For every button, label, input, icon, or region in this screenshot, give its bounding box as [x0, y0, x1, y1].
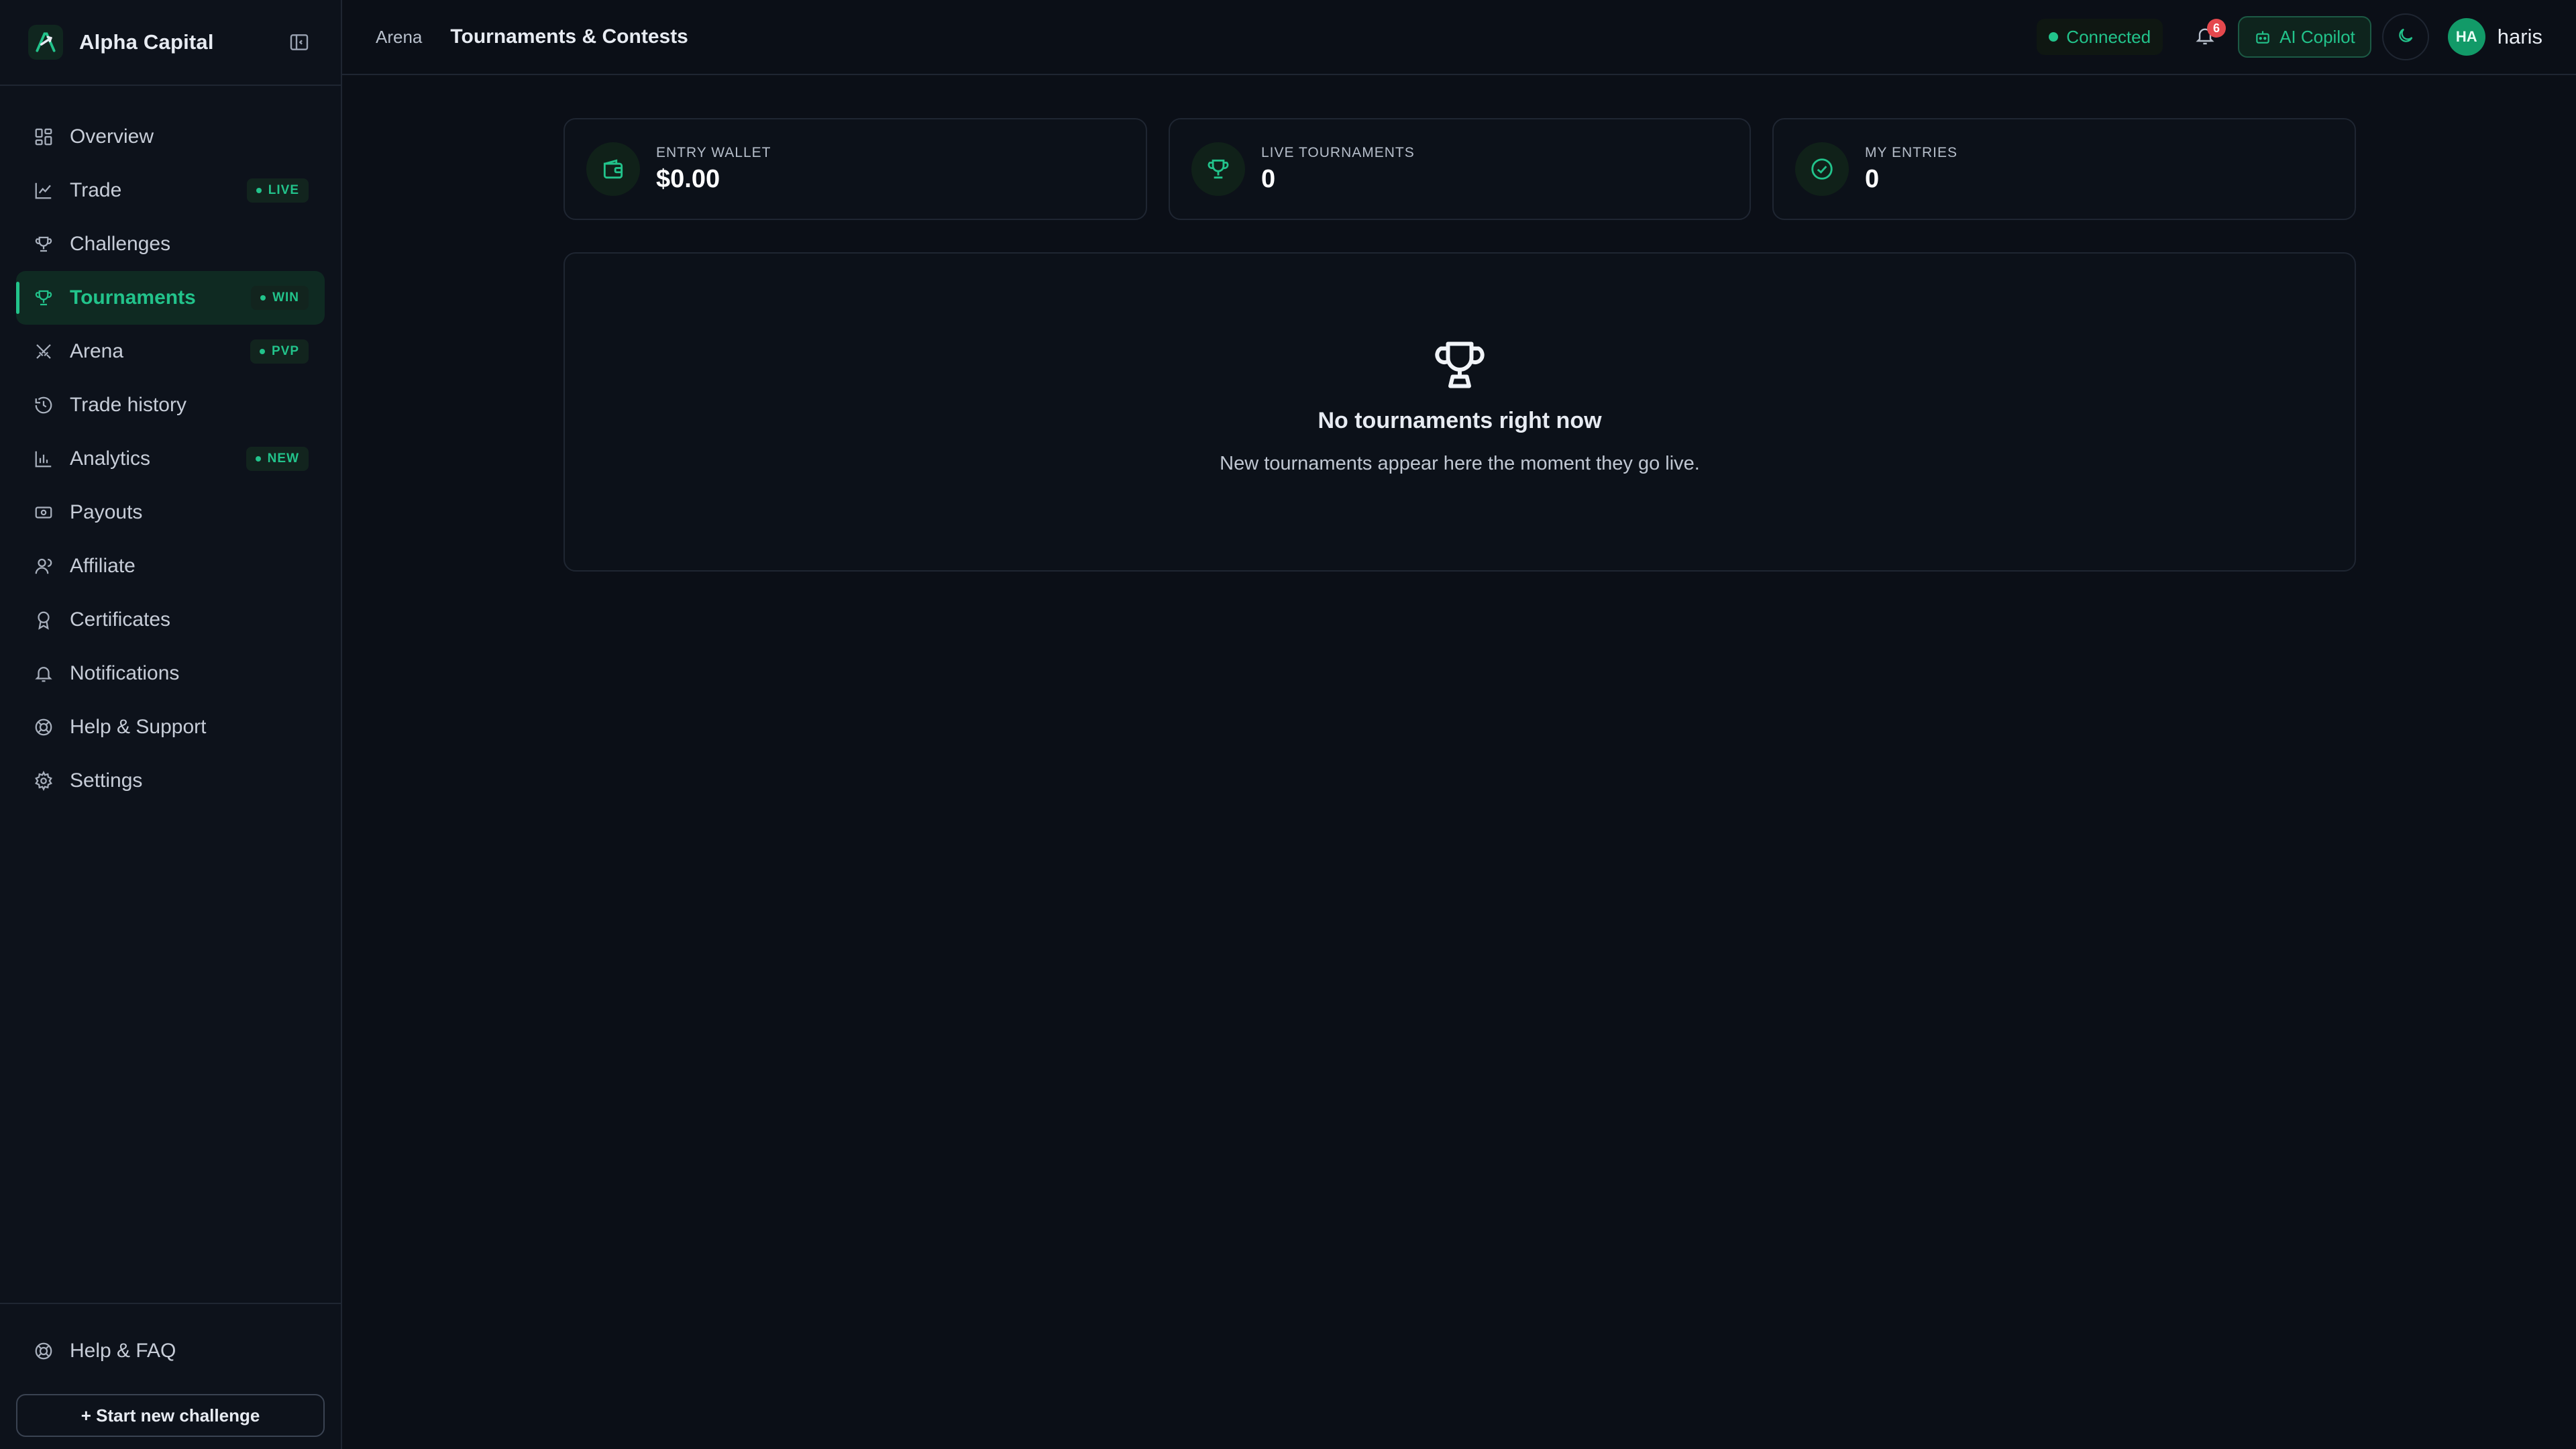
sidebar-item-label: Help & Support: [70, 716, 207, 738]
lifebuoy-icon: [32, 716, 55, 739]
avatar[interactable]: HA: [2447, 18, 2485, 56]
sidebar-item-label: Challenges: [70, 233, 171, 255]
brand-logo-icon[interactable]: [28, 25, 63, 60]
sidebar-item-settings[interactable]: Settings: [16, 754, 325, 808]
bot-icon: [2254, 28, 2271, 46]
empty-state-subtitle: New tournaments appear here the moment t…: [1220, 453, 1700, 474]
stat-label: MY ENTRIES: [1865, 144, 1957, 160]
stat-label: ENTRY WALLET: [656, 144, 771, 160]
sidebar-item-label: Settings: [70, 769, 143, 792]
brand: Alpha Capital: [0, 0, 341, 86]
sidebar-item-help-faq[interactable]: Help & FAQ: [16, 1324, 325, 1378]
sidebar-item-help-support[interactable]: Help & Support: [16, 700, 325, 754]
sidebar-item-overview[interactable]: Overview: [16, 110, 325, 164]
stat-card-my-entries: MY ENTRIES 0: [1772, 118, 2356, 220]
stat-label: LIVE TOURNAMENTS: [1261, 144, 1415, 160]
page-title: Tournaments & Contests: [450, 25, 688, 48]
sidebar-item-label: Overview: [70, 125, 154, 148]
brand-name: Alpha Capital: [79, 30, 214, 54]
award-icon: [32, 608, 55, 631]
new-badge: NEW: [246, 447, 309, 471]
username[interactable]: haris: [2498, 25, 2542, 49]
trophy-icon: [32, 233, 55, 256]
sidebar-item-tournaments[interactable]: Tournaments WIN: [16, 271, 325, 325]
sidebar-item-label: Tournaments: [70, 286, 196, 309]
breadcrumb[interactable]: Arena: [376, 27, 422, 48]
notifications-button[interactable]: 6: [2187, 19, 2226, 55]
overview-icon: [32, 125, 55, 148]
banknote-icon: [32, 501, 55, 524]
sidebar-item-label: Notifications: [70, 662, 180, 684]
sidebar: Alpha Capital Overview Trade LIVE Challe…: [0, 0, 342, 1449]
sidebar-nav: Overview Trade LIVE Challenges Tournamen…: [0, 86, 341, 808]
win-badge: WIN: [251, 286, 309, 310]
live-badge: LIVE: [246, 178, 309, 203]
wallet-icon: [586, 142, 640, 196]
bar-chart-icon: [32, 447, 55, 470]
help-faq-label: Help & FAQ: [70, 1340, 176, 1362]
topbar-actions: Connected 6 AI Copilot HA haris: [2037, 13, 2542, 60]
sidebar-item-label: Trade: [70, 179, 122, 201]
tournaments-empty-state: No tournaments right now New tournaments…: [564, 252, 2356, 572]
gear-icon: [32, 769, 55, 792]
theme-toggle-button[interactable]: [2381, 13, 2429, 60]
sidebar-collapse-icon[interactable]: [286, 29, 313, 56]
sidebar-item-label: Payouts: [70, 501, 143, 523]
trophy-icon: [1191, 142, 1245, 196]
sidebar-item-label: Trade history: [70, 394, 186, 416]
sidebar-item-analytics[interactable]: Analytics NEW: [16, 432, 325, 486]
lifebuoy-icon: [32, 1340, 55, 1362]
stat-value: $0.00: [656, 164, 720, 193]
connection-status-label: Connected: [2066, 26, 2151, 47]
ai-copilot-label: AI Copilot: [2279, 26, 2355, 47]
topbar: Arena Tournaments & Contests Connected 6…: [342, 0, 2576, 75]
sidebar-footer: Help & FAQ + Start new challenge: [0, 1303, 341, 1449]
swords-icon: [32, 340, 55, 363]
stat-value: 0: [1261, 164, 1276, 193]
pvp-badge: PVP: [250, 339, 309, 364]
sidebar-item-certificates[interactable]: Certificates: [16, 593, 325, 647]
history-icon: [32, 394, 55, 417]
sidebar-item-affiliate[interactable]: Affiliate: [16, 539, 325, 593]
bell-icon: [32, 662, 55, 685]
trophy-icon: [565, 337, 2355, 393]
sidebar-item-trade[interactable]: Trade LIVE: [16, 164, 325, 217]
trophy-icon: [32, 286, 55, 309]
sidebar-item-trade-history[interactable]: Trade history: [16, 378, 325, 432]
sidebar-item-label: Affiliate: [70, 555, 136, 577]
status-dot-icon: [2049, 32, 2059, 42]
sidebar-item-label: Analytics: [70, 447, 151, 470]
check-circle-icon: [1795, 142, 1849, 196]
chart-icon: [32, 179, 55, 202]
sidebar-item-label: Arena: [70, 340, 124, 362]
sidebar-item-payouts[interactable]: Payouts: [16, 486, 325, 539]
users-icon: [32, 555, 55, 578]
sidebar-item-challenges[interactable]: Challenges: [16, 217, 325, 271]
empty-state-title: No tournaments right now: [1318, 408, 1602, 433]
moon-icon: [2396, 26, 2415, 48]
sidebar-item-arena[interactable]: Arena PVP: [16, 325, 325, 378]
notification-count-badge: 6: [2207, 19, 2226, 38]
ai-copilot-button[interactable]: AI Copilot: [2238, 16, 2371, 58]
stat-card-entry-wallet: ENTRY WALLET $0.00: [564, 118, 1147, 220]
connection-status: Connected: [2037, 19, 2163, 55]
stat-card-live-tournaments: LIVE TOURNAMENTS 0: [1169, 118, 1751, 220]
stat-value: 0: [1865, 164, 1880, 193]
start-new-challenge-button[interactable]: + Start new challenge: [16, 1394, 325, 1437]
sidebar-item-label: Certificates: [70, 608, 171, 631]
sidebar-item-notifications[interactable]: Notifications: [16, 647, 325, 700]
